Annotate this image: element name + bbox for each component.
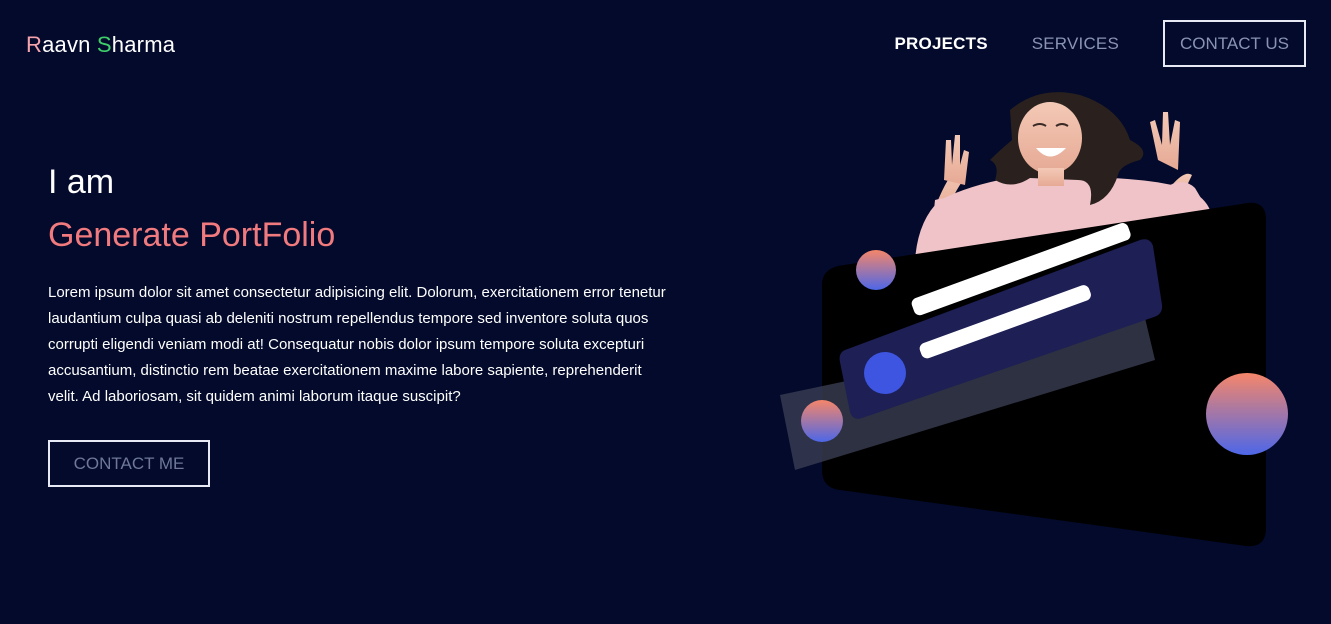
contact-me-button[interactable]: CONTACT ME [48,440,210,487]
logo-first-initial: R [26,32,43,57]
left-gradient-bubble [801,400,843,442]
main-nav: PROJECTS SERVICES CONTACT US [895,20,1306,67]
hero-title: Generate PortFolio [48,216,336,254]
nav-contact-button[interactable]: CONTACT US [1163,20,1306,67]
site-logo[interactable]: Raavn Sharma [26,32,175,58]
large-gradient-bubble [1206,373,1288,455]
hero-intro: I am [48,163,115,201]
nav-services-link[interactable]: SERVICES [1032,34,1119,54]
logo-first-rest: aavn [42,32,97,57]
nav-projects-link[interactable]: PROJECTS [895,34,988,54]
laughing-woman-card-illustration [780,92,1288,547]
hero-description: Lorem ipsum dolor sit amet consectetur a… [48,284,666,405]
logo-last-initial: S [96,32,112,57]
small-gradient-bubble [856,250,896,290]
hero-illustration [760,85,1320,565]
card-avatar-bubble [864,352,906,394]
portfolio-page: Raavn Sharma PROJECTS SERVICES CONTACT U… [0,0,1331,624]
logo-last-rest: harma [111,32,176,57]
